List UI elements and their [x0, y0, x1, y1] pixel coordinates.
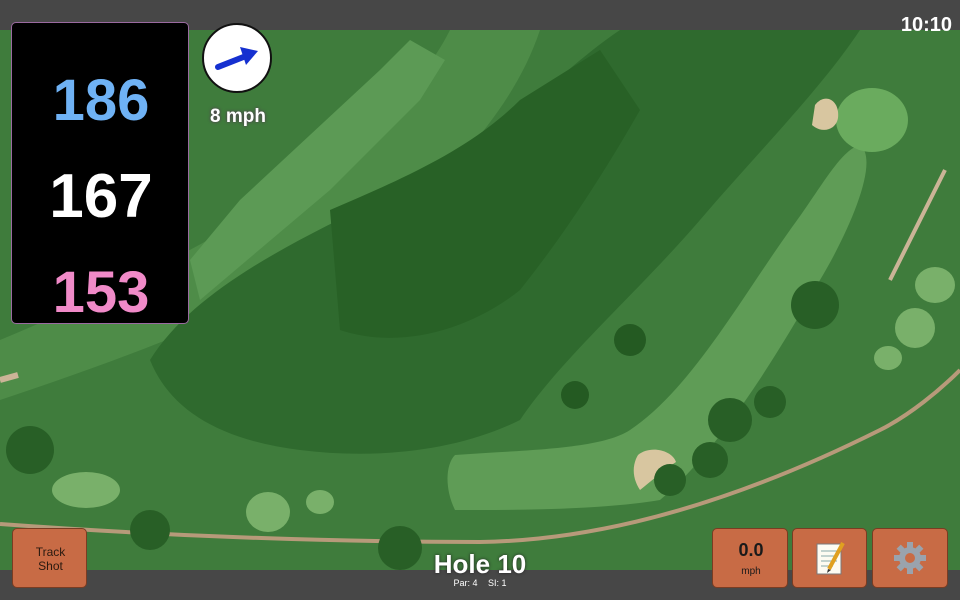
gear-icon	[894, 542, 926, 574]
middle-yardage: 167	[49, 162, 153, 231]
hole-stroke-index: SI: 1	[488, 578, 507, 588]
hole-title: Hole 10	[433, 549, 527, 579]
back-yardage: 186	[52, 68, 150, 133]
wind-indicator	[202, 23, 272, 93]
settings-button[interactable]	[872, 528, 948, 588]
notepad-icon	[816, 542, 845, 575]
speed-button[interactable]: 0.0 mph	[712, 528, 788, 588]
front-yardage: 153	[52, 260, 150, 325]
yardage-panel: 186 167 153	[11, 22, 189, 325]
track-shot-label: Track Shot	[35, 545, 66, 573]
speed-unit: mph	[741, 566, 761, 577]
notes-button[interactable]	[792, 528, 867, 588]
track-shot-button[interactable]: Track Shot	[12, 528, 87, 588]
hole-info: Par: 4 SI: 1	[380, 578, 580, 588]
clock: 10:10	[900, 14, 952, 36]
hole-par: Par: 4	[453, 578, 478, 588]
wind-speed: 8 mph	[210, 106, 266, 127]
wind-arrow-icon	[215, 47, 258, 70]
speed-value: 0.0	[738, 540, 764, 560]
